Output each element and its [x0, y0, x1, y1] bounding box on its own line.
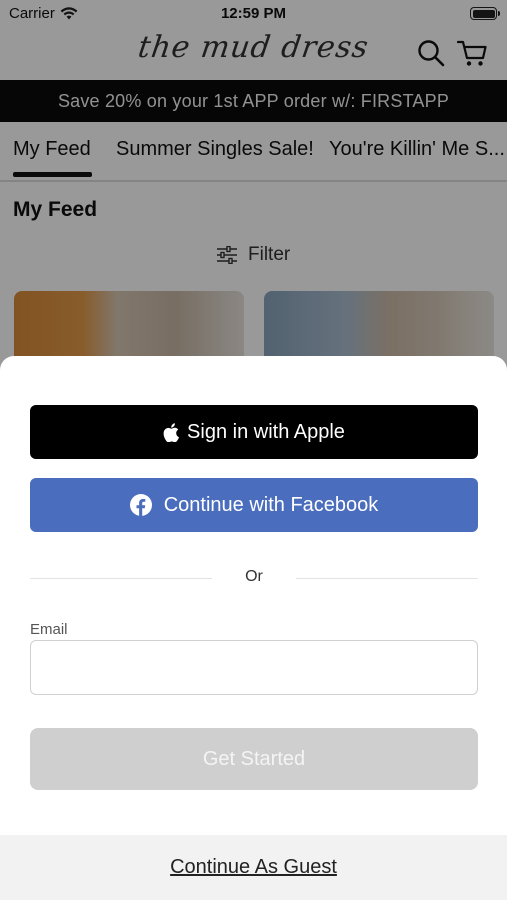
apple-icon [163, 422, 180, 442]
facebook-button-label: Continue with Facebook [163, 493, 379, 516]
guest-bar: Continue As Guest [0, 835, 507, 900]
get-started-label: Get Started [202, 747, 306, 770]
sign-in-with-apple-button[interactable]: Sign in with Apple [30, 405, 478, 459]
get-started-button[interactable]: Get Started [30, 728, 478, 790]
divider-line-right [296, 578, 478, 579]
email-field[interactable] [30, 640, 478, 695]
email-label: Email [30, 621, 68, 638]
continue-with-facebook-button[interactable]: Continue with Facebook [30, 478, 478, 532]
or-divider: Or [30, 568, 478, 588]
continue-as-guest-link[interactable]: Continue As Guest [170, 856, 337, 879]
sign-in-sheet: Sign in with Apple Continue with Faceboo… [0, 356, 507, 900]
facebook-icon [129, 494, 152, 516]
apple-button-label: Sign in with Apple [187, 420, 345, 443]
or-label: Or [245, 568, 263, 585]
